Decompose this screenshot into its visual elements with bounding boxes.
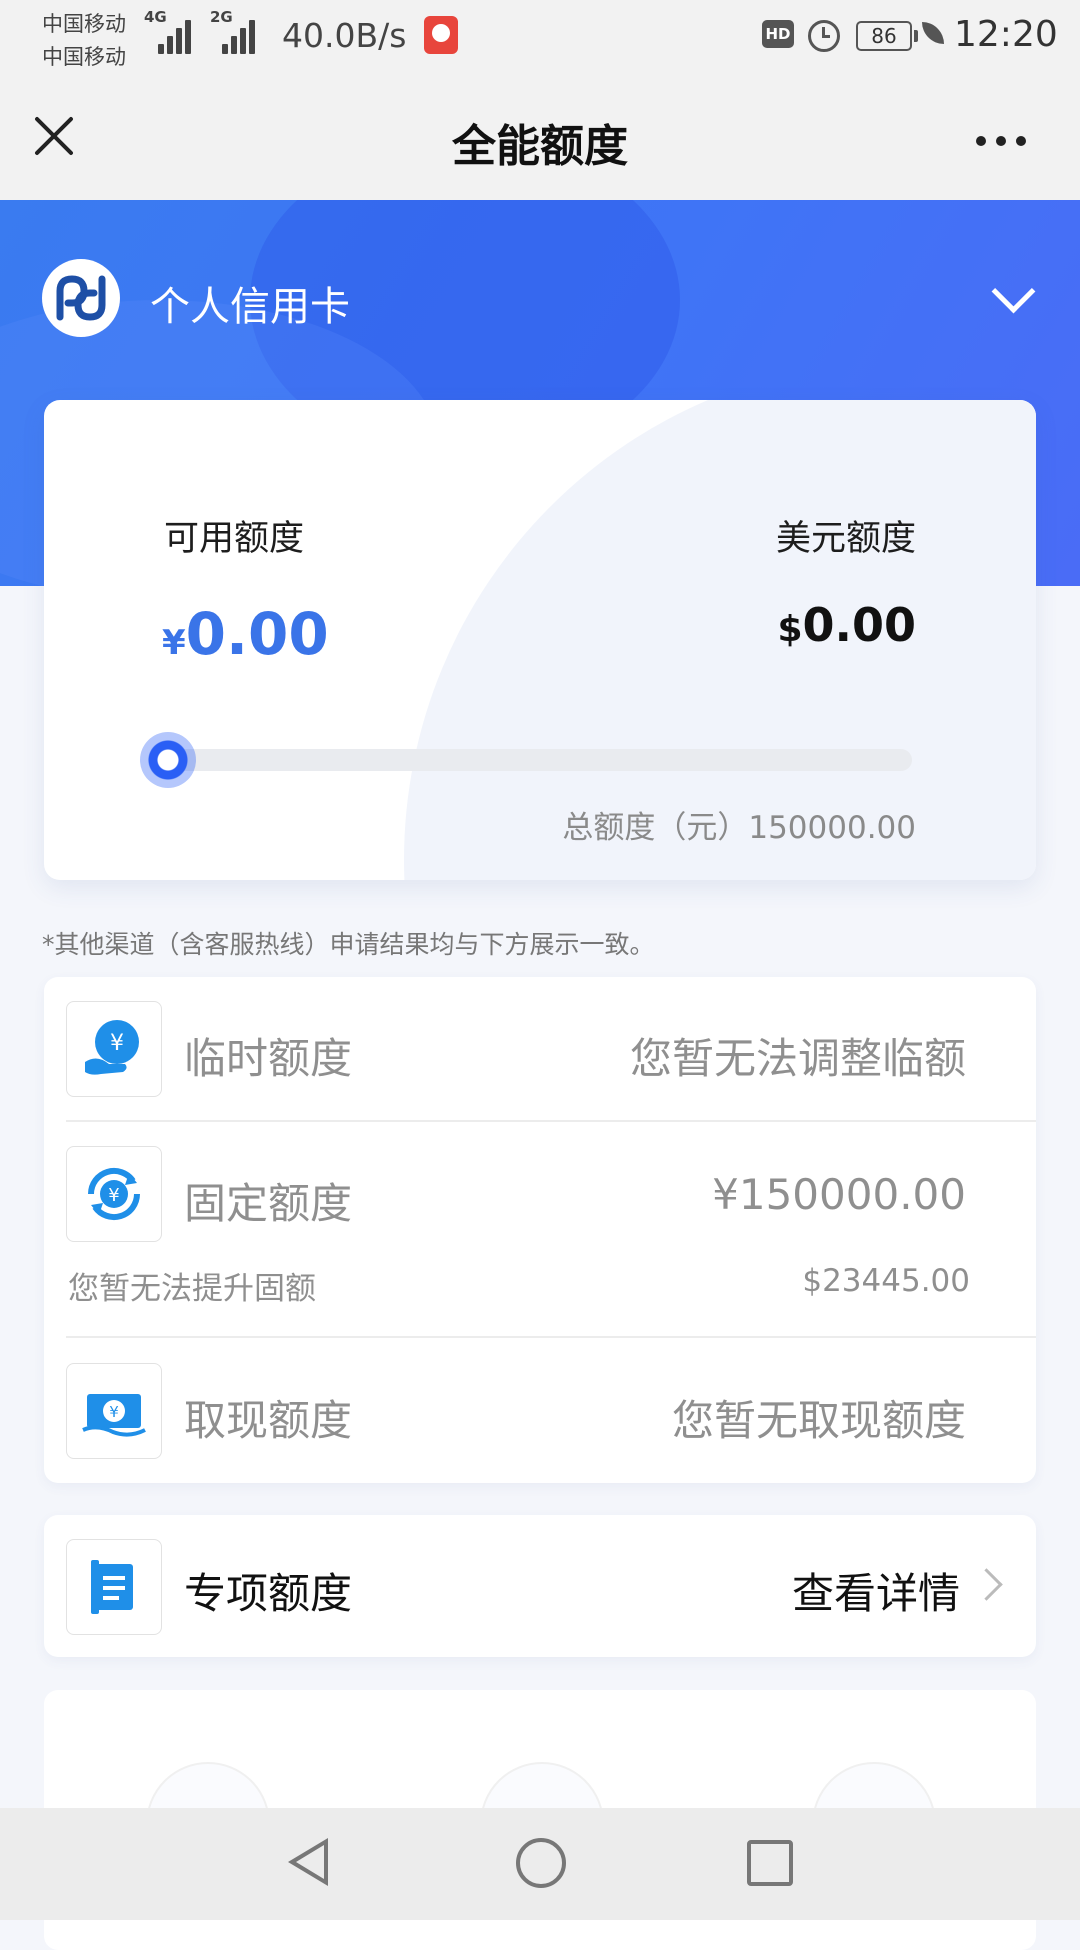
special-quota-icon <box>66 1539 162 1635</box>
divider <box>66 1336 1036 1338</box>
chevron-down-icon[interactable] <box>991 269 1036 314</box>
svg-text:¥: ¥ <box>108 1185 119 1206</box>
power-saving-icon <box>922 22 944 44</box>
quota-list: ¥ 临时额度 您暂无法调整临额 ¥ 固定额度 ¥150000.00 您暂无法提升… <box>44 977 1036 1483</box>
notice-text: *其他渠道（含客服热线）申请结果均与下方展示一致。 <box>42 930 655 959</box>
available-quota-amount: ¥0.00 <box>162 600 329 668</box>
quota-progress-track <box>162 749 912 771</box>
recent-apps-icon[interactable] <box>747 1840 793 1886</box>
carrier-2: 中国移动 <box>42 45 126 69</box>
list-item-temp-quota[interactable]: ¥ 临时额度 您暂无法调整临额 <box>44 977 1036 1123</box>
usd-symbol: $ <box>777 609 803 650</box>
hd-badge: HD <box>762 20 794 48</box>
fixed-quota-subtext: 您暂无法提升固额 <box>68 1271 316 1307</box>
more-icon[interactable] <box>976 134 1030 150</box>
total-quota: 总额度（元）150000.00 <box>562 810 916 846</box>
fixed-quota-value: ¥150000.00 <box>712 1170 966 1219</box>
divider <box>66 1120 1036 1122</box>
fixed-quota-usd-value: $23445.00 <box>802 1263 970 1299</box>
available-quota-value: 0.00 <box>185 600 329 668</box>
signal-1-icon <box>146 14 194 54</box>
clock: 12:20 <box>954 14 1058 55</box>
home-icon[interactable] <box>516 1838 566 1888</box>
temp-quota-icon: ¥ <box>66 1001 162 1097</box>
cash-quota-value: 您暂无取现额度 <box>671 1396 966 1445</box>
usd-quota-amount: $0.00 <box>777 598 916 652</box>
svg-text:¥: ¥ <box>109 1403 119 1421</box>
battery-indicator: 86 <box>856 21 918 51</box>
fixed-quota-title: 固定额度 <box>184 1179 353 1228</box>
card-type-selector[interactable]: 个人信用卡 <box>150 274 350 332</box>
cny-symbol: ¥ <box>162 623 186 663</box>
page-title: 全能额度 <box>452 121 628 172</box>
carrier-info: 中国移动 中国移动 <box>42 8 126 74</box>
system-navigation-bar <box>0 1808 1080 1920</box>
bank-logo-icon <box>42 259 120 337</box>
special-quota-title: 专项额度 <box>184 1569 353 1618</box>
network-speed: 40.0B/s <box>282 16 407 55</box>
back-icon[interactable] <box>288 1838 328 1886</box>
status-bar: 中国移动 中国移动 4G 2G 40.0B/s HD 86 12:20 <box>0 0 1080 80</box>
app-notification-icon <box>424 16 458 54</box>
special-quota-item[interactable]: 专项额度 查看详情 <box>44 1515 1036 1657</box>
list-item-cash-quota[interactable]: ¥ 取现额度 您暂无取现额度 <box>44 1339 1036 1483</box>
temp-quota-value: 您暂无法调整临额 <box>629 1034 966 1083</box>
fixed-quota-icon: ¥ <box>66 1146 162 1242</box>
quota-card: 可用额度 美元额度 ¥0.00 $0.00 总额度（元）150000.00 <box>44 400 1036 880</box>
cash-quota-title: 取现额度 <box>184 1396 353 1445</box>
available-quota-label: 可用额度 <box>164 519 305 559</box>
temp-quota-title: 临时额度 <box>184 1034 353 1083</box>
svg-text:¥: ¥ <box>110 1031 124 1056</box>
alarm-icon <box>808 20 840 52</box>
quota-progress-knob <box>140 732 196 788</box>
carrier-1: 中国移动 <box>42 12 126 36</box>
view-details-link[interactable]: 查看详情 <box>792 1560 960 1621</box>
cash-quota-icon: ¥ <box>66 1363 162 1459</box>
usd-quota-value: 0.00 <box>802 598 917 652</box>
list-item-fixed-quota[interactable]: ¥ 固定额度 ¥150000.00 您暂无法提升固额 $23445.00 <box>44 1123 1036 1339</box>
usd-quota-label: 美元额度 <box>775 519 916 559</box>
chevron-right-icon <box>970 1568 1003 1601</box>
navigation-bar: 全能额度 <box>0 80 1080 200</box>
signal-2-icon <box>214 14 262 54</box>
